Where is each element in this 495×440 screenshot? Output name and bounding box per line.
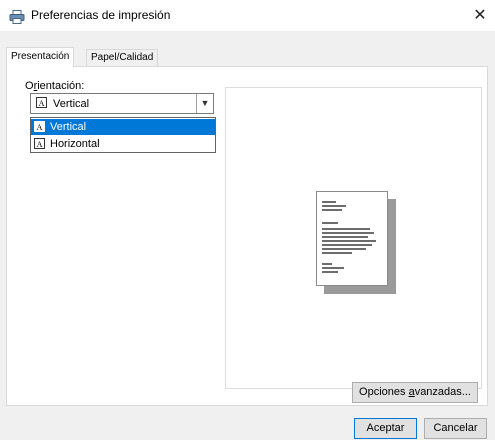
orientation-selected-value: Vertical: [53, 98, 90, 110]
letter-a-icon: A: [34, 138, 45, 149]
cancel-button[interactable]: Cancelar: [424, 418, 487, 439]
orientation-dropdown-list: A Vertical A Horizontal: [30, 117, 216, 153]
tab-papel-calidad[interactable]: Papel/Calidad: [86, 49, 159, 66]
option-vertical[interactable]: A Vertical: [31, 119, 215, 135]
chevron-down-icon[interactable]: ▼: [196, 94, 213, 113]
accept-button[interactable]: Aceptar: [354, 418, 417, 439]
advanced-options-button[interactable]: Opciones avanzadas...: [352, 382, 478, 403]
option-horizontal[interactable]: A Horizontal: [31, 136, 215, 152]
dialog-body: Presentación Papel/Calidad Orientación: …: [0, 31, 495, 440]
document-thumbnail: [316, 191, 388, 286]
letter-a-icon: A: [34, 121, 45, 132]
orientation-combobox[interactable]: A Vertical ▼: [30, 93, 214, 114]
window-title: Preferencias de impresión: [31, 8, 171, 22]
letter-a-icon: A: [36, 97, 47, 108]
printer-icon: [9, 10, 25, 24]
close-icon: ✕: [473, 7, 487, 24]
orientation-label: Orientación:: [25, 80, 85, 92]
title-bar: Preferencias de impresión ✕: [0, 0, 495, 31]
close-button[interactable]: ✕: [465, 0, 495, 31]
tab-presentacion[interactable]: Presentación: [6, 47, 75, 67]
